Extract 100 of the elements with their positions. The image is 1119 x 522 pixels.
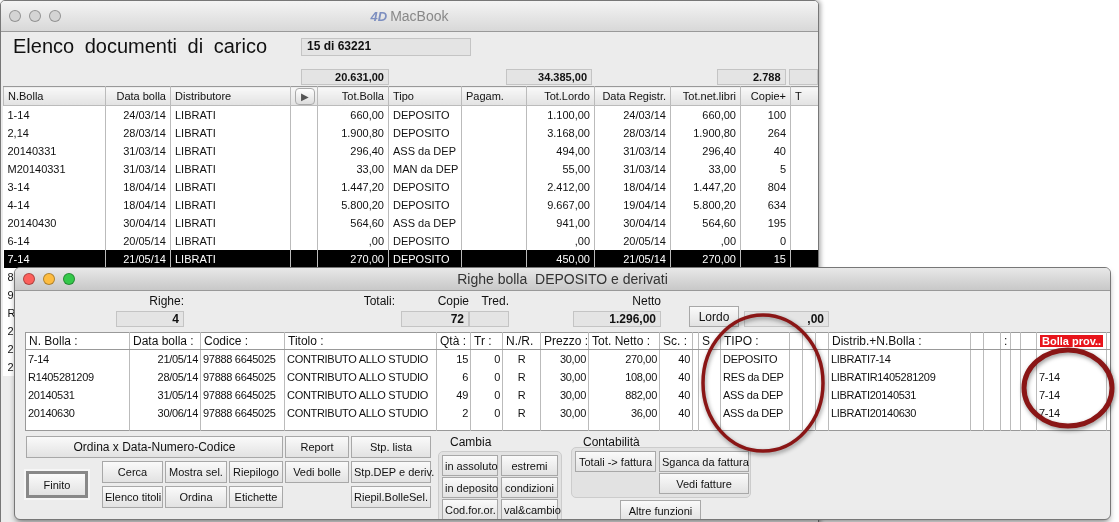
action-button[interactable]: Elenco titoli	[102, 486, 163, 508]
action-button[interactable]: Altre funzioni	[620, 500, 701, 519]
table-cell[interactable]: LIBRATI	[170, 231, 291, 250]
table-cell[interactable]: 270,00	[317, 249, 389, 268]
action-button[interactable]: in deposito	[442, 477, 498, 498]
table-cell[interactable]: 5.800,20	[317, 195, 389, 214]
table-cell[interactable]: 31/03/14	[594, 141, 671, 160]
table-cell[interactable]: LIBRATI	[170, 213, 291, 232]
column-header[interactable]: Titolo :	[288, 334, 324, 348]
table-cell[interactable]: 30/04/14	[105, 213, 171, 232]
table-cell[interactable]: LIBRATI	[170, 249, 291, 268]
table-cell[interactable]: ASS da DEP	[388, 213, 462, 232]
table-cell[interactable]: 18/04/14	[105, 195, 171, 214]
table-cell[interactable]: DEPOSITO	[388, 195, 462, 214]
table-cell[interactable]: 18/04/14	[594, 177, 671, 196]
action-button[interactable]: in assoluto	[442, 455, 498, 476]
column-header[interactable]: T	[790, 86, 818, 106]
table-cell[interactable]: 28/03/14	[105, 123, 171, 142]
table-cell[interactable]: 660,00	[317, 105, 389, 124]
table-cell[interactable]: ,00	[317, 231, 389, 250]
minimize-button[interactable]	[43, 273, 55, 285]
table-cell[interactable]: 24/03/14	[594, 105, 671, 124]
action-button[interactable]: Mostra sel.	[165, 461, 227, 483]
table-cell[interactable]: 564,60	[317, 213, 389, 232]
table-cell[interactable]: M20140331	[3, 159, 106, 178]
table-cell[interactable]: 804	[740, 177, 791, 196]
column-header[interactable]: Tot.net.libri	[670, 86, 741, 106]
column-header[interactable]: S	[702, 334, 710, 348]
table-cell[interactable]: 15	[740, 249, 791, 268]
table-cell[interactable]: 2	[7, 358, 14, 375]
action-button[interactable]: Totali -> fattura	[575, 451, 656, 472]
table-cell[interactable]: LIBRATI	[170, 123, 291, 142]
table-cell[interactable]: 8	[7, 268, 14, 285]
table-cell[interactable]: DEPOSITO	[388, 231, 462, 250]
table-cell[interactable]: 264	[740, 123, 791, 142]
table-cell[interactable]: 195	[740, 213, 791, 232]
action-button[interactable]: condizioni	[501, 477, 558, 498]
zoom-button[interactable]	[63, 273, 75, 285]
column-header[interactable]: :	[1004, 334, 1008, 348]
column-header[interactable]: Copie+	[740, 86, 791, 106]
column-header[interactable]: Sc. :	[663, 334, 687, 348]
table-cell[interactable]: 296,40	[317, 141, 389, 160]
action-button[interactable]: Sganca da fattura	[659, 451, 749, 472]
table-cell[interactable]: DEPOSITO	[388, 249, 462, 268]
table-cell[interactable]: LIBRATI	[170, 177, 291, 196]
close-button[interactable]	[9, 10, 21, 22]
table-cell[interactable]: ,00	[526, 231, 595, 250]
column-header[interactable]: Data Registr.	[594, 86, 671, 106]
table-cell[interactable]: 0	[740, 231, 791, 250]
column-header[interactable]: Qtà :	[440, 334, 466, 348]
table-cell[interactable]: 1-14	[3, 105, 106, 124]
action-button[interactable]: Riepil.BolleSel.	[351, 486, 431, 508]
column-header[interactable]: Distrib.+N.Bolla :	[832, 334, 922, 348]
column-header[interactable]: Tr :	[474, 334, 492, 348]
column-header[interactable]: Tipo	[388, 86, 462, 106]
table-cell[interactable]: 941,00	[526, 213, 595, 232]
column-header[interactable]: Data bolla	[105, 86, 171, 106]
table-cell[interactable]: 2.412,00	[526, 177, 595, 196]
table-cell[interactable]: 31/03/14	[105, 141, 171, 160]
action-button[interactable]: Finito	[26, 471, 88, 498]
table-cell[interactable]: 20140331	[3, 141, 106, 160]
column-header[interactable]: TIPO :	[724, 334, 759, 348]
table-cell[interactable]: 2	[7, 340, 14, 357]
table-cell[interactable]: ,00	[670, 231, 741, 250]
table-cell[interactable]: 660,00	[670, 105, 741, 124]
column-header[interactable]: Codice :	[204, 334, 249, 348]
table-cell[interactable]: 2	[7, 322, 14, 339]
table-cell[interactable]: 40	[740, 141, 791, 160]
column-header[interactable]: Tot. Netto :	[592, 334, 651, 348]
table-cell[interactable]: 634	[740, 195, 791, 214]
table-cell[interactable]: 18/04/14	[105, 177, 171, 196]
column-header[interactable]: Data bolla :	[133, 334, 194, 348]
action-button[interactable]: Ordina	[165, 486, 227, 508]
table-cell[interactable]: MAN da DEP	[388, 159, 462, 178]
action-button[interactable]: Stp. lista	[351, 436, 431, 458]
column-header[interactable]: N. Bolla :	[29, 334, 78, 348]
table-cell[interactable]: 31/03/14	[105, 159, 171, 178]
action-button[interactable]: Etichette	[229, 486, 283, 508]
table-cell[interactable]: 20140430	[3, 213, 106, 232]
table-cell[interactable]: DEPOSITO	[388, 123, 462, 142]
column-header[interactable]: N./R.	[506, 334, 534, 348]
table-cell[interactable]: 100	[740, 105, 791, 124]
table-cell[interactable]: 2,14	[3, 123, 106, 142]
table-cell[interactable]: DEPOSITO	[388, 105, 462, 124]
column-header[interactable]: Bolla prov..	[1040, 335, 1104, 347]
table-cell[interactable]: 55,00	[526, 159, 595, 178]
zoom-button[interactable]	[49, 10, 61, 22]
action-button[interactable]: Report	[285, 436, 349, 458]
table-cell[interactable]: 31/03/14	[594, 159, 671, 178]
action-button[interactable]: Vedi fatture	[659, 473, 749, 494]
gross-button[interactable]: Lordo	[689, 306, 739, 327]
column-header[interactable]: Pagam.	[461, 86, 527, 106]
table-cell[interactable]: 494,00	[526, 141, 595, 160]
table-cell[interactable]: ASS da DEP	[388, 141, 462, 160]
table-cell[interactable]: 3-14	[3, 177, 106, 196]
table-cell[interactable]: 4-14	[3, 195, 106, 214]
table-cell[interactable]: 30/04/14	[594, 213, 671, 232]
column-header[interactable]: Distributore	[170, 86, 291, 106]
table-cell[interactable]: 6-14	[3, 231, 106, 250]
action-button[interactable]: Cerca	[102, 461, 163, 483]
